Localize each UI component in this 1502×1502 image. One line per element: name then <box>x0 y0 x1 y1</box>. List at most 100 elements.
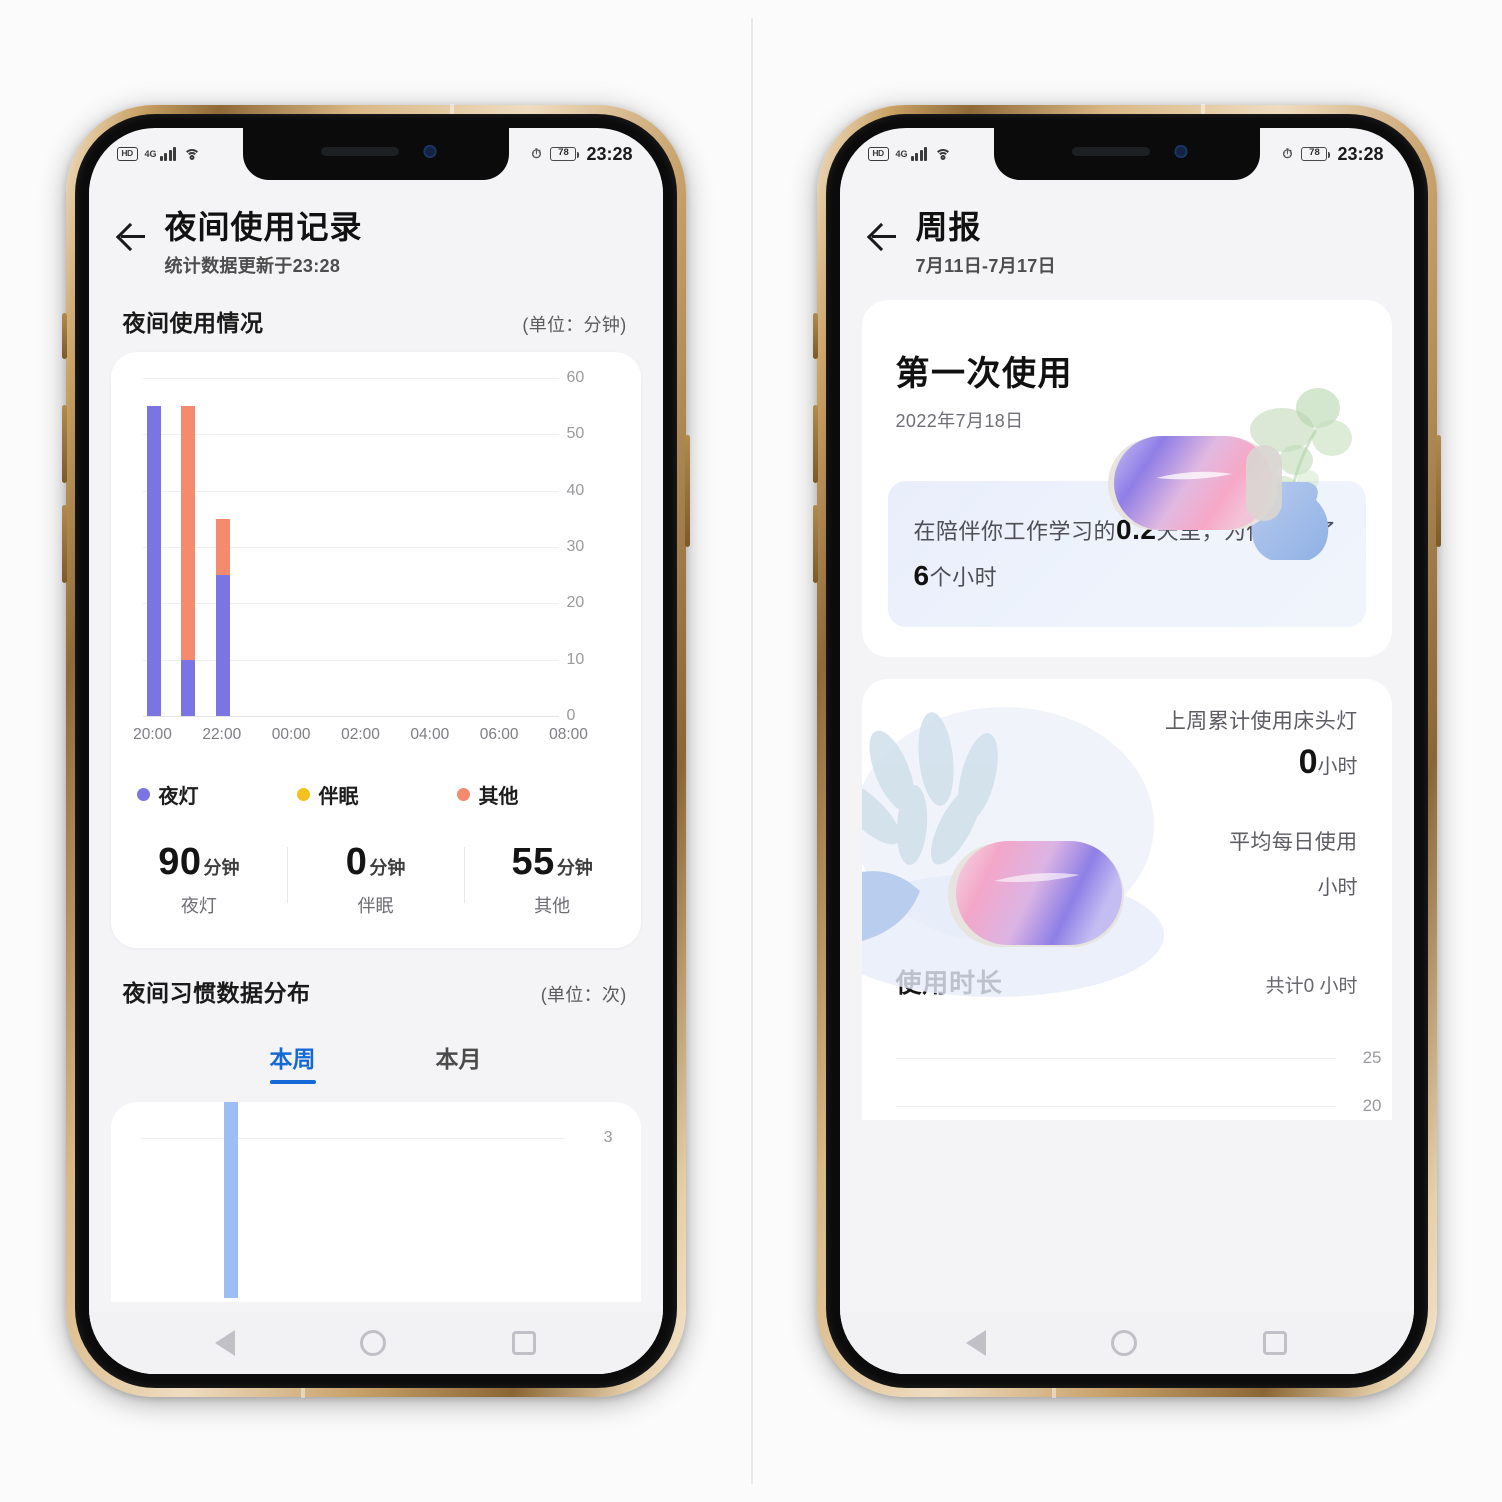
chart-bar <box>146 406 161 716</box>
section-unit-usage: (单位：分钟) <box>522 315 627 335</box>
chart-x-tick-label: 02:00 <box>341 726 380 743</box>
volume-up-button[interactable] <box>61 405 67 483</box>
tab-this-week[interactable]: 本周 <box>270 1040 316 1084</box>
first-use-date: 2022年7月18日 <box>895 411 1024 431</box>
section-header-habits: 夜间习惯数据分布 (单位：次) <box>89 948 663 1022</box>
chart-y-tick-label: 50 <box>566 425 585 443</box>
home-circle-icon[interactable] <box>1111 1330 1138 1356</box>
status-bar-left: HD 4G ⏱ 78 23:28 <box>89 128 663 180</box>
phone-device-left: HD 4G ⏱ 78 23:28 夜间使用记录 统计数据更新于23:28 夜间使… <box>61 104 690 1398</box>
cumulative-usage-value: 0小时 <box>862 743 1358 782</box>
chart-bar <box>215 518 230 716</box>
status-bar-right: HD 4G ⏱ 78 23:28 <box>840 128 1414 180</box>
habit-distribution-card: 3 <box>110 1102 641 1302</box>
page-title: 夜间使用记录 <box>164 209 363 245</box>
chart-y-tick-label: 25 <box>1362 1048 1382 1068</box>
chart-gridline <box>142 716 559 717</box>
legend-label: 伴眠 <box>318 786 359 808</box>
hd-icon: HD <box>867 147 889 161</box>
usage-stat-value-row: 90 分钟 <box>111 841 288 884</box>
power-button[interactable] <box>684 435 690 547</box>
back-triangle-icon[interactable] <box>215 1330 236 1356</box>
hd-icon: HD <box>116 147 138 161</box>
back-arrow-icon[interactable] <box>862 216 902 256</box>
phone-bezel-left: HD 4G ⏱ 78 23:28 夜间使用记录 统计数据更新于23:28 夜间使… <box>74 114 677 1388</box>
home-circle-icon[interactable] <box>360 1330 387 1356</box>
legend-dot-icon <box>136 788 150 801</box>
chart-y-tick-label: 20 <box>1362 1096 1382 1116</box>
chart-bar-segment <box>181 406 196 660</box>
legend-item-2: 其他 <box>456 780 617 809</box>
page-subtitle: 统计数据更新于23:28 <box>164 256 341 276</box>
first-use-card: 第一次使用 2022年7月18日 在陪伴你工作学习的0.2天里，为你服务了 6个小… <box>861 300 1392 658</box>
status-bar-left-icons: HD 4G <box>116 147 201 161</box>
legend-item-1: 伴眠 <box>296 780 457 809</box>
message-days-value: 0.2 <box>1116 514 1157 545</box>
mute-switch[interactable] <box>61 313 67 359</box>
network-type-label: 4G <box>144 149 157 159</box>
chart-y-tick-label: 10 <box>566 650 585 668</box>
legend-label: 夜灯 <box>158 786 199 808</box>
antenna-line-top <box>1200 104 1205 114</box>
wifi-icon <box>934 148 952 161</box>
chart-bar <box>224 1102 239 1298</box>
back-arrow-icon[interactable] <box>111 216 151 256</box>
page-subtitle: 7月11日-7月17日 <box>915 256 1056 276</box>
chart-legend: 夜灯 伴眠 其他 <box>111 762 641 813</box>
volume-down-button[interactable] <box>61 505 67 583</box>
night-usage-chart: 0 10 20 30 40 50 60 20:00 22:00 00:00 02:00 04:00 0… <box>111 352 641 762</box>
section-unit-habits: (单位：次) <box>540 985 627 1005</box>
back-triangle-icon[interactable] <box>966 1330 987 1356</box>
usage-stats-row: 90 分钟 夜灯 0 分钟 伴眠 55 分钟其他 <box>111 813 641 948</box>
first-use-title: 第一次使用 <box>895 355 1073 393</box>
tab-this-month[interactable]: 本月 <box>436 1040 482 1084</box>
scroll-area-left[interactable]: 夜间使用记录 统计数据更新于23:28 夜间使用情况 (单位：分钟) 0 10 … <box>89 180 663 1312</box>
usage-stat-label: 其他 <box>534 896 571 916</box>
usage-stat-value-row: 55 分钟 <box>464 841 641 884</box>
usage-duration-title: 使用时长 <box>895 968 1003 999</box>
status-bar-right-icons: ⏱ 78 23:28 <box>531 144 632 165</box>
scroll-area-right[interactable]: 周报 7月11日-7月17日 第一次使用 2022年7月18日 在陪伴你工作学习… <box>840 180 1414 1312</box>
chart-gridline <box>895 1058 1336 1060</box>
usage-stat-1: 0 分钟 伴眠 <box>287 841 464 918</box>
section-title-habits: 夜间习惯数据分布 <box>122 980 311 1006</box>
alarm-icon: ⏱ <box>531 146 542 161</box>
daily-average-label: 平均每日使用 <box>1229 831 1358 855</box>
battery-icon: 78 <box>550 147 580 161</box>
recents-square-icon[interactable] <box>511 1331 536 1355</box>
chart-y-tick-label: 0 <box>566 707 576 724</box>
chart-x-tick-label: 06:00 <box>479 726 519 743</box>
phone-screen-left: HD 4G ⏱ 78 23:28 夜间使用记录 统计数据更新于23:28 夜间使… <box>88 128 663 1374</box>
usage-stat-value: 90 <box>158 841 202 883</box>
power-button[interactable] <box>1435 435 1441 547</box>
usage-stat-label: 伴眠 <box>357 896 394 916</box>
message-suffix: 个小时 <box>929 565 998 591</box>
recents-square-icon[interactable] <box>1262 1331 1287 1355</box>
chart-y-tick-label: 40 <box>566 481 585 499</box>
night-habit-distribution-chart: 3 <box>140 1102 613 1298</box>
phone-screen-right: HD 4G ⏱ 78 23:28 周报 7月11日-7月17日 第一次使用 20… <box>839 128 1414 1374</box>
chart-y-tick-label: 30 <box>566 538 585 555</box>
volume-up-button[interactable] <box>812 405 818 483</box>
signal-bars-icon <box>159 147 177 161</box>
chart-bar-segment <box>146 406 161 716</box>
night-usage-chart-plot: 0 10 20 30 40 50 60 <box>142 369 584 724</box>
signal-bars-icon <box>910 147 928 161</box>
companion-message-box: 在陪伴你工作学习的0.2天里，为你服务了 6个小时 <box>887 481 1366 628</box>
usage-stat-2: 55 分钟其他 <box>463 841 641 918</box>
status-bar-clock: 23:28 <box>586 143 633 164</box>
antenna-line-bottom <box>1052 1388 1057 1398</box>
mute-switch[interactable] <box>812 313 818 359</box>
comparison-screenshot: HD 4G ⏱ 78 23:28 夜间使用记录 统计数据更新于23:28 夜间使… <box>0 0 1502 1502</box>
volume-down-button[interactable] <box>812 505 818 583</box>
legend-dot-icon <box>456 788 470 801</box>
chart-y-tick-label: 20 <box>566 594 585 612</box>
legend-dot-icon <box>296 788 310 801</box>
chart-gridline <box>140 1138 565 1139</box>
usage-duration-header: 使用时长 共计0 小时 <box>862 937 1392 1000</box>
chart-x-tick-label: 22:00 <box>202 726 242 743</box>
message-hours-value: 6 <box>913 560 930 592</box>
chart-x-tick-label: 08:00 <box>549 726 588 743</box>
usage-stat-0: 90 分钟 夜灯 <box>111 841 288 918</box>
usage-stat-unit: 分钟 <box>203 858 240 878</box>
